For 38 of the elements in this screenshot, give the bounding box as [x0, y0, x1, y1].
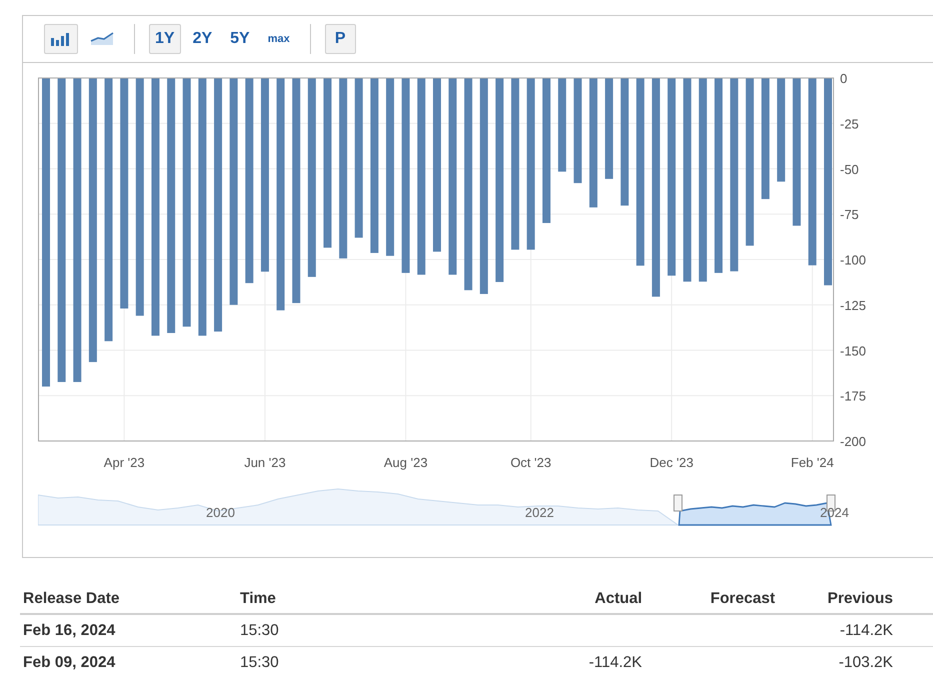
y-axis-label: -25 — [840, 116, 859, 132]
y-axis-label: -200 — [840, 434, 866, 449]
table-cell-text: -103.2K — [838, 654, 893, 672]
y-axis-label: -150 — [840, 343, 866, 358]
range-tab[interactable]: 5Y — [224, 24, 256, 54]
table-cell-text: -114.2K — [838, 622, 893, 640]
column-header: Previous — [826, 590, 893, 608]
column-header: Actual — [594, 590, 642, 608]
y-axis-label: 0 — [840, 73, 848, 86]
range-tab[interactable]: 2Y — [186, 24, 218, 54]
range-handle[interactable] — [674, 494, 682, 512]
line-chart-icon — [90, 31, 114, 47]
table-cell-text: -114.2K — [588, 654, 642, 672]
x-axis-label: Jun '23 — [244, 455, 286, 470]
bar-chart-icon — [50, 32, 72, 46]
table-cell-text: 15:30 — [239, 622, 280, 640]
column-header: Forecast — [709, 590, 775, 608]
x-axis-label: Oct '23 — [510, 455, 552, 470]
y-axis-label: -175 — [840, 388, 866, 404]
x-axis-label: Dec '23 — [650, 455, 694, 470]
column-header: Release Date — [22, 590, 121, 608]
table-cell-text: Feb 09, 2024 — [22, 654, 116, 672]
navigator-year-label: 2022 — [525, 505, 554, 520]
p-button[interactable]: P — [324, 24, 356, 54]
table-cell-text: 15:30 — [239, 654, 280, 672]
bar-chart-button[interactable] — [44, 24, 78, 54]
y-axis-label: -50 — [840, 162, 859, 177]
column-header: Time — [239, 590, 277, 608]
range-tab[interactable]: 1Y — [149, 24, 181, 54]
x-axis-label: Feb '24 — [790, 455, 834, 470]
y-axis-label: -100 — [840, 252, 866, 268]
y-axis-label: -125 — [840, 298, 866, 313]
x-axis-label: Apr '23 — [104, 455, 145, 470]
range-tab[interactable]: max — [262, 24, 296, 54]
navigator-year-label: 2020 — [206, 505, 235, 520]
table-cell-text: Feb 16, 2024 — [22, 622, 116, 640]
y-axis-label: -75 — [840, 207, 859, 222]
x-axis-label: Aug '23 — [384, 455, 428, 470]
